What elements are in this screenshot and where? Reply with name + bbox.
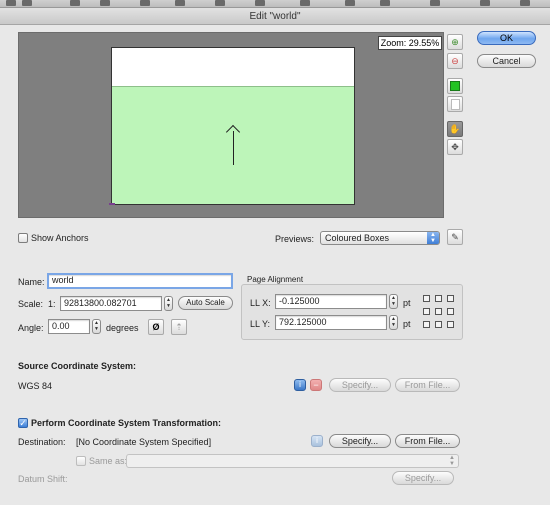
destination-specify-button[interactable]: Specify... <box>329 434 391 448</box>
name-field[interactable]: world <box>47 273 233 289</box>
zoom-in-button[interactable]: ⊕ <box>447 34 463 50</box>
angle-unit: degrees <box>106 323 139 333</box>
previews-select-value: Coloured Boxes <box>325 233 390 243</box>
preview-settings-button[interactable]: ✎ <box>447 229 463 245</box>
destination-from-file-button[interactable]: From File... <box>395 434 460 448</box>
datum-shift-label: Datum Shift: <box>18 474 68 484</box>
destination-info-icon[interactable]: i <box>311 435 323 447</box>
name-label: Name: <box>18 277 45 287</box>
toolbar-icon[interactable] <box>175 0 185 6</box>
anchor-top-left[interactable] <box>423 295 430 302</box>
reset-angle-icon: Ø <box>152 322 160 332</box>
toolbar-icon[interactable] <box>140 0 150 6</box>
updown-arrows-icon: ▲ ▼ <box>449 455 455 467</box>
map-frame[interactable] <box>112 86 354 204</box>
reset-angle-button[interactable]: Ø <box>148 319 164 335</box>
show-anchors-checkbox[interactable] <box>18 233 28 243</box>
scale-stepper[interactable]: ▲ ▼ <box>164 296 173 311</box>
toolbar-icon[interactable] <box>345 0 355 6</box>
toolbar-icon[interactable] <box>520 0 530 6</box>
north-angle-button[interactable]: ⇡ <box>171 319 187 335</box>
blank-page-icon <box>450 98 460 110</box>
toolbar-icon[interactable] <box>100 0 110 6</box>
destination-value: [No Coordinate System Specified] <box>76 437 212 447</box>
toolbar-icon[interactable] <box>300 0 310 6</box>
llx-stepper[interactable]: ▲ ▼ <box>389 294 398 309</box>
anchor-bottom-right[interactable] <box>447 321 454 328</box>
zoom-out-icon: ⊖ <box>451 55 459 66</box>
toolbar-icon[interactable] <box>215 0 225 6</box>
toolbar-icon[interactable] <box>22 0 32 6</box>
previews-select[interactable]: Coloured Boxes ▲ ▼ <box>320 231 440 245</box>
blank-page-button[interactable] <box>447 96 463 112</box>
show-anchors-label: Show Anchors <box>31 233 89 243</box>
ok-button[interactable]: OK <box>477 31 536 45</box>
source-specify-button[interactable]: Specify... <box>329 378 391 392</box>
move-tool-button[interactable]: ✥ <box>447 139 463 155</box>
lly-label: LL Y: <box>250 319 271 329</box>
source-from-file-button[interactable]: From File... <box>395 378 460 392</box>
previews-label: Previews: <box>275 234 315 244</box>
datum-shift-specify-button[interactable]: Specify... <box>392 471 454 485</box>
anchor-bottom-center[interactable] <box>435 321 442 328</box>
cancel-button[interactable]: Cancel <box>477 54 536 68</box>
toolbar-icon[interactable] <box>255 0 265 6</box>
same-as-checkbox[interactable] <box>76 456 86 466</box>
transform-checkbox[interactable]: ✓ <box>18 418 28 428</box>
page-alignment-group: LL X: -0.125000 ▲ ▼ pt LL Y: 792.125000 ▲… <box>241 284 463 340</box>
move-tool-icon: ✥ <box>451 141 459 152</box>
source-cs-title: Source Coordinate System: <box>18 361 137 371</box>
anchor-bottom-left[interactable] <box>423 321 430 328</box>
lly-field[interactable]: 792.125000 <box>275 315 387 330</box>
scale-prefix: 1: <box>48 299 56 309</box>
same-as-label: Same as: <box>89 456 128 466</box>
hand-tool-icon: ✋ <box>449 123 461 134</box>
lower-left-anchor-mark <box>109 203 115 205</box>
anchor-top-center[interactable] <box>435 295 442 302</box>
map-preview[interactable]: Zoom: 29.55% <box>18 32 444 218</box>
hand-tool-button[interactable]: ✋ <box>447 121 463 137</box>
north-icon: ⇡ <box>175 321 183 332</box>
anchor-top-right[interactable] <box>447 295 454 302</box>
angle-field[interactable]: 0.00 <box>48 319 90 334</box>
fill-color-button[interactable] <box>447 78 463 94</box>
llx-label: LL X: <box>250 298 271 308</box>
north-arrow-head-icon <box>225 124 241 140</box>
source-remove-icon[interactable]: − <box>310 379 322 391</box>
updown-arrows-icon: ▲ ▼ <box>427 232 439 244</box>
lly-stepper[interactable]: ▲ ▼ <box>389 315 398 330</box>
anchor-middle-left[interactable] <box>423 308 430 315</box>
app-toolbar-strip <box>0 0 550 8</box>
source-cs-value: WGS 84 <box>18 381 53 391</box>
llx-unit: pt <box>403 298 411 308</box>
angle-stepper[interactable]: ▲ ▼ <box>92 319 101 334</box>
page-alignment-title: Page Alignment <box>247 275 304 284</box>
source-info-icon[interactable]: i <box>294 379 306 391</box>
destination-label: Destination: <box>18 437 66 447</box>
auto-scale-button[interactable]: Auto Scale <box>178 296 233 310</box>
toolbar-icon[interactable] <box>380 0 390 6</box>
window-title: Edit "world" <box>0 8 550 25</box>
anchor-middle-center[interactable] <box>435 308 442 315</box>
zoom-in-icon: ⊕ <box>451 36 459 47</box>
page-outline <box>111 47 355 205</box>
scale-label: Scale: <box>18 299 44 309</box>
fill-color-icon <box>450 81 460 91</box>
toolbar-icon[interactable] <box>480 0 490 6</box>
zoom-label: Zoom: 29.55% <box>378 36 442 50</box>
transform-label: Perform Coordinate System Transformation… <box>31 418 222 428</box>
lly-unit: pt <box>403 319 411 329</box>
same-as-select[interactable]: ▲ ▼ <box>126 454 459 468</box>
anchor-middle-right[interactable] <box>447 308 454 315</box>
wrench-icon: ✎ <box>451 231 459 242</box>
angle-label: Angle: <box>18 323 44 333</box>
zoom-out-button[interactable]: ⊖ <box>447 53 463 69</box>
scale-field[interactable]: 92813800.082701 <box>60 296 162 311</box>
toolbar-icon[interactable] <box>430 0 440 6</box>
llx-field[interactable]: -0.125000 <box>275 294 387 309</box>
toolbar-icon[interactable] <box>6 0 16 6</box>
toolbar-icon[interactable] <box>70 0 80 6</box>
